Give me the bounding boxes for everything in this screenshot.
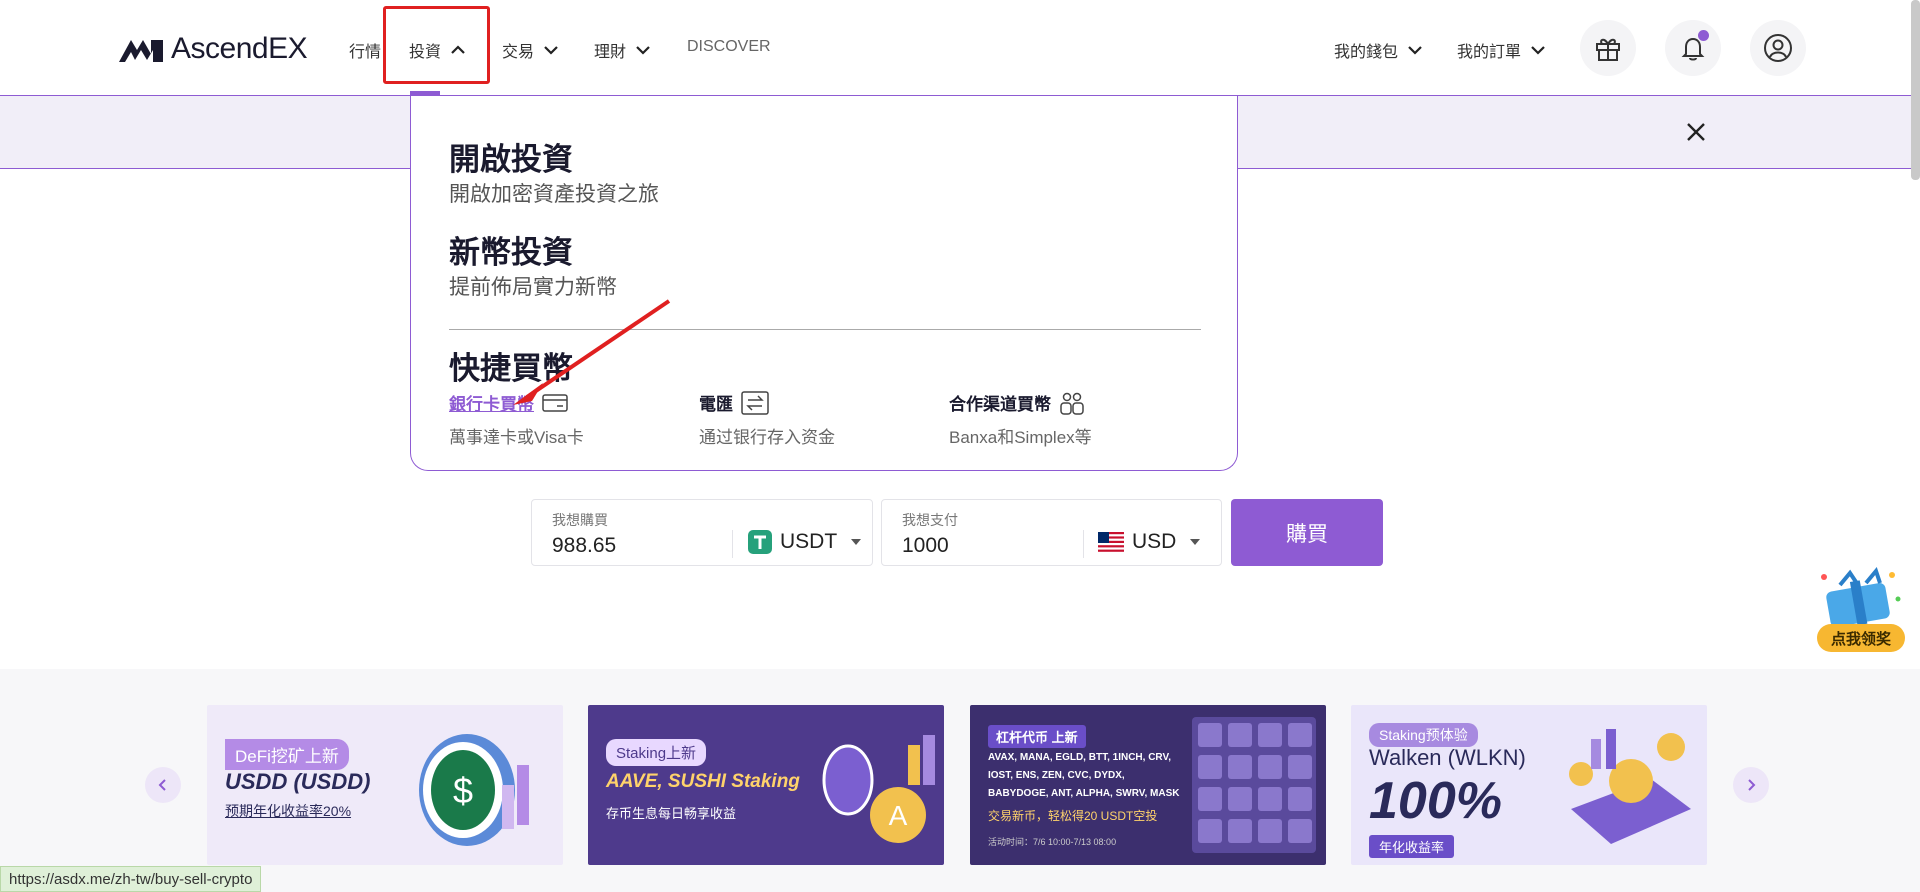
gift-button[interactable] xyxy=(1580,20,1636,76)
claim-reward-button[interactable]: 点我领奖 xyxy=(1817,624,1905,652)
notification-button[interactable] xyxy=(1665,20,1721,76)
promo-card-title: Walken (WLKN) xyxy=(1369,745,1526,770)
quick-buy-wire-label: 電匯 xyxy=(699,395,733,414)
carousel-next-button[interactable] xyxy=(1733,767,1769,803)
promo-card-walken[interactable]: Staking预体验 Walken (WLKN) 100% 年化收益率 xyxy=(1351,705,1707,865)
tether-icon xyxy=(748,530,772,554)
nav-orders[interactable]: 我的訂單 xyxy=(1457,38,1547,62)
promo-card-subtitle: 100% xyxy=(1369,772,1502,830)
promo-card-title: USDD (USDD) xyxy=(225,769,371,794)
quick-buy-card-desc: 萬事達卡或Visa卡 xyxy=(449,428,584,447)
close-icon[interactable] xyxy=(1684,120,1708,144)
caret-down-icon xyxy=(1190,539,1201,545)
ascendex-logo-icon xyxy=(119,40,163,62)
walken-coin-icon xyxy=(1569,729,1691,844)
svg-text:A: A xyxy=(889,800,908,831)
quick-buy-partner-desc: Banxa和Simplex等 xyxy=(949,428,1092,447)
menu-item-start-invest-desc: 開啟加密資產投資之旅 xyxy=(449,183,659,206)
top-nav: AscendEX 行情 投資 交易 理財 DISCOVER 我的錢包 我的訂單 xyxy=(0,0,1920,96)
promo-card-leveraged-tokens[interactable]: 杠杆代币 上新 AVAX, MANA, EGLD, BTT, 1INCH, CR… xyxy=(970,705,1326,865)
divider xyxy=(732,530,733,558)
chevron-left-icon xyxy=(158,779,166,791)
gift-icon xyxy=(1596,38,1620,61)
nav-finance[interactable]: 理財 xyxy=(594,38,652,62)
promo-card-tag: 杠杆代币 上新 xyxy=(988,725,1086,748)
pay-currency-select[interactable]: USD xyxy=(1098,530,1201,554)
promo-card-title: AVAX, MANA, EGLD, BTT, 1INCH, CRV, IOST,… xyxy=(988,752,1180,799)
logo[interactable]: AscendEX xyxy=(117,30,308,68)
promo-card-subtitle: 预期年化收益率20% xyxy=(225,803,352,819)
nav-orders-label: 我的訂單 xyxy=(1457,44,1522,61)
chevron-down-icon xyxy=(636,46,650,55)
quick-buy-wire-name[interactable]: 電匯 xyxy=(699,390,835,415)
scrollbar[interactable] xyxy=(1911,0,1920,180)
menu-item-start-invest[interactable]: 開啟投資 xyxy=(449,134,573,179)
divider xyxy=(1083,530,1084,558)
promo-card-subtitle: 交易新币，轻松得20 USDT空投 xyxy=(988,809,1158,823)
buy-amount-label: 我想購買 xyxy=(552,512,608,528)
token-grid-icon xyxy=(1192,717,1316,853)
nav-wallet[interactable]: 我的錢包 xyxy=(1334,38,1424,62)
promo-card-title: AAVE, SUSHI Staking xyxy=(606,771,800,792)
quick-buy-wire-option[interactable]: 電匯 通过银行存入资金 xyxy=(699,390,835,448)
invest-dropdown-menu: 開啟投資 開啟加密資產投資之旅 新幣投資 提前佈局實力新幣 快捷買幣 銀行卡買幣… xyxy=(410,96,1238,471)
usdd-coin-icon: $ xyxy=(419,734,529,846)
buy-coin-select[interactable]: USDT xyxy=(748,530,862,554)
promo-card-note: 活动时间：7/6 10:00-7/13 08:00 xyxy=(988,837,1117,847)
user-icon xyxy=(1764,34,1792,62)
status-bar-url: https://asdx.me/zh-tw/buy-sell-crypto xyxy=(0,866,262,892)
buy-coin-label: USDT xyxy=(780,530,838,553)
buy-amount-field[interactable]: 我想購買 988.65 USDT xyxy=(531,499,873,566)
quick-buy-partner-label: 合作渠道買幣 xyxy=(949,395,1051,414)
pay-amount-value[interactable]: 1000 xyxy=(902,534,949,558)
menu-item-new-coin[interactable]: 新幣投資 xyxy=(449,227,573,272)
profile-button[interactable] xyxy=(1750,20,1806,76)
pay-amount-field[interactable]: 我想支付 1000 USD xyxy=(881,499,1222,566)
buy-button[interactable]: 購買 xyxy=(1231,499,1383,566)
partners-icon xyxy=(1060,392,1084,415)
svg-text:$: $ xyxy=(453,770,473,811)
chevron-down-icon xyxy=(1408,46,1422,55)
nav-trade[interactable]: 交易 xyxy=(502,38,560,62)
chevron-down-icon xyxy=(1531,46,1545,55)
nav-market[interactable]: 行情 xyxy=(349,38,381,62)
promo-card-subtitle: 存币生息每日畅享收益 xyxy=(606,806,737,821)
pay-amount-label: 我想支付 xyxy=(902,512,958,528)
quick-buy-partner-option[interactable]: 合作渠道買幣 Banxa和Simplex等 xyxy=(949,390,1092,448)
promo-card-tag: Staking上新 xyxy=(606,739,707,766)
brand-name: AscendEX xyxy=(171,32,308,65)
nav-wallet-label: 我的錢包 xyxy=(1334,44,1399,61)
pay-currency-label: USD xyxy=(1132,530,1177,553)
nav-finance-label: 理財 xyxy=(594,44,627,61)
promo-card-note: 年化收益率 xyxy=(1369,835,1455,858)
nav-discover-label: DISCOVER xyxy=(687,38,771,55)
us-flag-icon xyxy=(1098,532,1124,552)
chevron-down-icon xyxy=(544,46,558,55)
carousel-prev-button[interactable] xyxy=(145,767,181,803)
nav-market-label: 行情 xyxy=(349,44,382,61)
nav-discover[interactable]: DISCOVER xyxy=(687,38,771,56)
promo-card-tag: Staking预体验 xyxy=(1369,723,1478,747)
annotation-arrow-icon xyxy=(513,299,671,405)
chevron-right-icon xyxy=(1748,779,1756,791)
caret-down-icon xyxy=(851,539,862,545)
buy-amount-value[interactable]: 988.65 xyxy=(552,534,616,558)
promo-card-tag: DeFi挖矿上新 xyxy=(225,739,349,770)
aave-coin-icon: A xyxy=(822,735,935,843)
highlight-annotation xyxy=(383,6,490,84)
transfer-icon xyxy=(741,390,769,415)
notification-dot xyxy=(1698,30,1709,41)
promo-card-staking[interactable]: Staking上新 AAVE, SUSHI Staking 存币生息每日畅享收益… xyxy=(588,705,944,865)
promo-card-usdd[interactable]: DeFi挖矿上新 USDD (USDD) 预期年化收益率20% $ xyxy=(207,705,563,865)
nav-trade-label: 交易 xyxy=(502,44,535,61)
quick-buy-wire-desc: 通过银行存入资金 xyxy=(699,428,835,447)
quick-buy-partner-name[interactable]: 合作渠道買幣 xyxy=(949,390,1092,415)
